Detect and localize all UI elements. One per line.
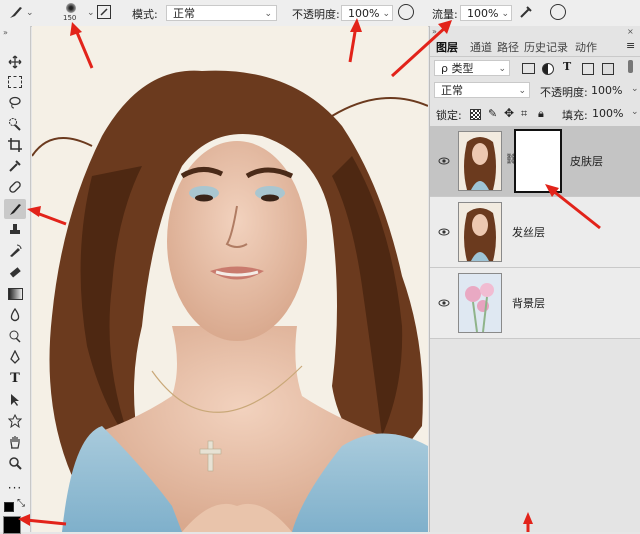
layer-opacity-label: 不透明度: [540,86,588,99]
fill-value[interactable]: 100% [592,107,623,120]
foreground-color-swatch[interactable] [3,516,21,534]
fill-chevron-icon[interactable]: ⌄ [631,107,639,117]
collapse-panel-icon[interactable]: » [432,27,437,36]
flow-chevron-icon: ⌄ [501,9,509,19]
clone-stamp-tool-icon[interactable] [4,220,26,240]
pen-tool-icon[interactable] [4,347,26,367]
filter-adjustment-icon[interactable] [542,63,554,75]
lock-paint-icon[interactable]: ✎ [488,107,497,120]
filter-pixel-icon[interactable] [522,63,535,74]
move-tool-icon[interactable] [4,52,26,72]
layers-list: ⛓ 皮肤层 发丝层 背景层 [430,126,640,339]
mode-label: 模式: [132,8,158,21]
tool-preset-chevron-icon[interactable]: ⌄ [26,8,34,18]
layer-name[interactable]: 背景层 [512,295,545,311]
eyedropper-tool-icon[interactable] [4,156,26,176]
visibility-eye-icon[interactable] [438,297,450,309]
layer-thumbnail [458,273,502,333]
layer-row-background[interactable]: 背景层 [430,268,640,339]
pressure-size-icon[interactable] [550,4,566,20]
layer-thumbnail [458,202,502,262]
blend-chevron-icon: ⌄ [518,86,526,96]
layer-opacity-value[interactable]: 100% [591,84,622,97]
layer-row-hair[interactable]: 发丝层 [430,197,640,268]
lasso-tool-icon[interactable] [4,93,26,113]
filter-shape-icon[interactable] [582,63,594,75]
custom-shape-tool-icon[interactable] [4,411,26,431]
opacity-value: 100% [348,7,380,20]
history-brush-tool-icon[interactable] [4,241,26,261]
filter-smart-object-icon[interactable] [602,63,614,75]
layer-filter-select[interactable]: ρ 类型 ⌄ [434,60,510,76]
brush-panel-toggle-icon[interactable] [97,5,111,19]
tools-panel: » T ··· ⤡ [0,26,31,534]
hand-tool-icon[interactable] [4,432,26,452]
layer-name[interactable]: 发丝层 [512,224,545,240]
airbrush-icon[interactable] [518,4,534,23]
path-selection-tool-icon[interactable] [4,390,26,410]
layer-row-skin[interactable]: ⛓ 皮肤层 [430,126,640,197]
visibility-eye-icon[interactable] [438,226,450,238]
layer-thumbnail [458,131,502,191]
eraser-tool-icon[interactable] [4,262,26,282]
brush-preset-picker[interactable]: 150 [58,1,84,25]
lock-transparent-icon[interactable] [470,109,481,120]
lock-position-icon[interactable]: ✥ [504,106,514,120]
layers-panel: » × 图层 通道 路径 历史记录 动作 ≡ ρ 类型 ⌄ T 正常 ⌄ 不透明… [429,26,640,532]
pressure-opacity-icon[interactable] [398,4,414,20]
close-panel-icon[interactable]: × [627,27,634,36]
opacity-input[interactable]: 100% ⌄ [341,5,393,21]
collapse-toolbar-icon[interactable]: » [3,28,8,37]
fill-label: 填充: [562,109,588,122]
healing-brush-tool-icon[interactable] [4,177,26,197]
dodge-tool-icon[interactable] [4,326,26,346]
mode-chevron-icon: ⌄ [264,9,272,19]
brush-chevron-icon[interactable]: ⌄ [87,8,95,18]
mode-select-value: 正常 [173,7,195,20]
opacity-chevron-icon: ⌄ [382,9,390,19]
layer-filter-value: ρ 类型 [441,62,474,75]
panel-menu-icon[interactable]: ≡ [626,39,635,52]
brush-size-value: 150 [63,14,77,22]
lock-artboard-icon[interactable]: ⌗ [521,107,527,121]
flow-value: 100% [467,7,499,20]
lock-label: 锁定: [436,109,462,122]
blend-mode-value: 正常 [441,84,463,97]
flow-input[interactable]: 100% ⌄ [460,5,512,21]
default-colors-icon[interactable] [4,502,14,512]
quick-selection-tool-icon[interactable] [4,114,26,134]
opacity-label: 不透明度: [292,8,340,21]
crop-tool-icon[interactable] [4,135,26,155]
portrait-photo [32,26,428,532]
document-canvas[interactable] [32,26,428,532]
tab-paths[interactable]: 路径 [497,39,519,55]
brush-tool-selected-icon[interactable] [4,199,26,219]
tab-actions[interactable]: 动作 [575,39,597,55]
gradient-tool-icon[interactable] [4,284,26,304]
tab-history[interactable]: 历史记录 [524,39,568,55]
flow-label: 流量: [432,8,458,21]
blur-tool-icon[interactable] [4,305,26,325]
brush-tool-icon[interactable] [8,4,24,23]
layer-name[interactable]: 皮肤层 [570,153,603,169]
filter-chevron-icon: ⌄ [498,64,506,74]
lock-all-icon[interactable]: 🔒︎ [538,107,544,121]
tab-channels[interactable]: 通道 [470,39,492,55]
panel-tabs: 图层 通道 路径 历史记录 动作 ≡ [430,36,640,57]
visibility-eye-icon[interactable] [438,155,450,167]
marquee-tool-icon[interactable] [4,72,26,92]
layer-opacity-chevron-icon[interactable]: ⌄ [631,84,639,94]
mode-select[interactable]: 正常 ⌄ [166,5,277,21]
layer-mask-thumbnail[interactable] [514,129,562,193]
tab-layers[interactable]: 图层 [436,39,458,55]
filter-toggle-icon[interactable] [628,60,633,73]
type-tool-icon[interactable]: T [4,368,26,388]
options-bar: ⌄ 150 ⌄ 模式: 正常 ⌄ 不透明度: 100% ⌄ 流量: 100% ⌄ [0,0,640,27]
blend-mode-select[interactable]: 正常 ⌄ [434,82,530,98]
brush-tip-icon [66,3,76,13]
zoom-tool-icon[interactable] [4,453,26,473]
more-tools-icon[interactable]: ··· [4,478,26,498]
swap-colors-icon[interactable]: ⤡ [17,498,25,509]
filter-type-icon[interactable]: T [563,60,571,73]
